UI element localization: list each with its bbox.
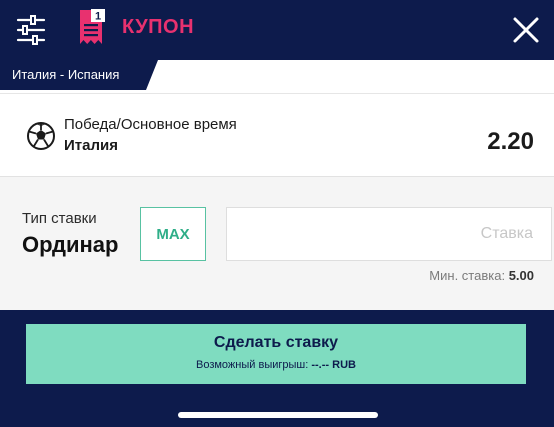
match-label: Италия - Испания	[0, 60, 158, 90]
coupon-ticket-icon[interactable]: 1	[78, 8, 108, 48]
min-stake-label: Мин. ставка:	[429, 268, 506, 283]
min-stake-info: Мин. ставка: 5.00	[429, 268, 534, 283]
bet-type-value[interactable]: Ординар	[22, 232, 118, 258]
bet-selection: Италия	[64, 137, 118, 154]
winnings-currency: RUB	[332, 359, 356, 371]
coupon-count-badge: 1	[95, 11, 101, 23]
bet-market: Победа/Основное время	[64, 116, 237, 133]
match-bar: Италия - Испания	[0, 60, 554, 94]
possible-winnings: Возможный выигрыш: --.-- RUB	[26, 359, 526, 371]
winnings-value: --.--	[311, 359, 330, 371]
stake-panel: Тип ставки Ординар MAX Мин. ставка: 5.00	[0, 176, 554, 310]
coupon-header: 1 КУПОН	[0, 0, 554, 60]
min-stake-value: 5.00	[508, 268, 534, 283]
close-icon[interactable]	[508, 12, 544, 48]
header-title: КУПОН	[122, 16, 195, 38]
max-stake-button[interactable]: MAX	[140, 207, 206, 261]
place-bet-button[interactable]: Сделать ставку Возможный выигрыш: --.-- …	[26, 324, 526, 384]
winnings-label: Возможный выигрыш:	[196, 359, 309, 371]
place-bet-label: Сделать ставку	[213, 334, 339, 351]
bet-type-label: Тип ставки	[22, 210, 97, 227]
match-name: Италия - Испания	[12, 67, 120, 82]
bet-odds: 2.20	[487, 128, 534, 155]
bet-selection-row: Победа/Основное время Италия 2.20	[0, 94, 554, 176]
soccer-ball-icon	[26, 121, 56, 151]
coupon-footer: Сделать ставку Возможный выигрыш: --.-- …	[0, 310, 554, 427]
sliders-icon[interactable]	[14, 13, 48, 47]
home-indicator[interactable]	[178, 412, 378, 418]
stake-input[interactable]	[226, 207, 552, 261]
